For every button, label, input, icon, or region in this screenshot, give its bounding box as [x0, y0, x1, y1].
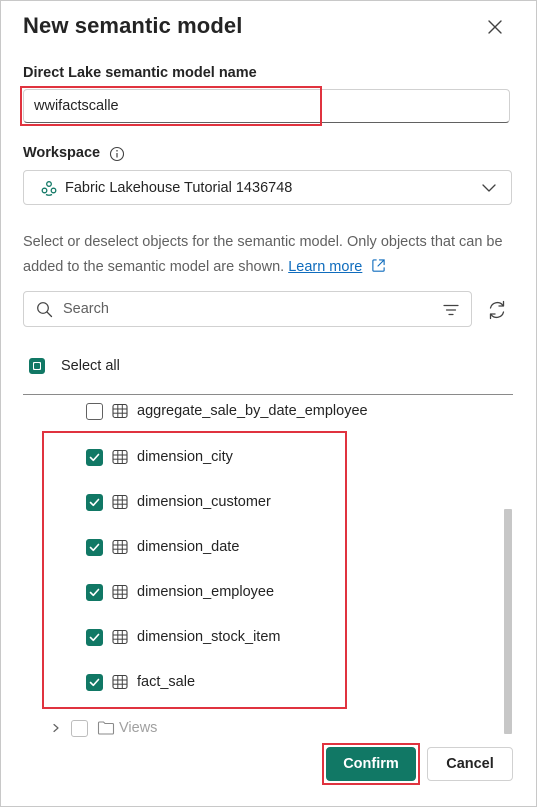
table-icon	[112, 584, 128, 600]
scrollbar-thumb[interactable]	[504, 509, 512, 734]
cancel-button[interactable]: Cancel	[427, 747, 513, 781]
table-icon	[112, 539, 128, 555]
table-name: dimension_employee	[137, 584, 275, 600]
workspace-icon	[41, 180, 57, 196]
search-icon	[37, 301, 53, 317]
select-all-checkbox[interactable]: Select all	[29, 358, 120, 374]
table-name: dimension_city	[137, 449, 233, 465]
indeterminate-mark	[33, 362, 41, 370]
checkmark-icon	[89, 678, 100, 686]
refresh-icon[interactable]	[486, 299, 508, 321]
close-button[interactable]	[481, 13, 509, 41]
row-checkbox-unchecked[interactable]	[86, 402, 103, 420]
row-checkbox-checked[interactable]	[86, 628, 103, 646]
checkmark-icon	[89, 498, 100, 506]
table-name: dimension_customer	[137, 494, 271, 510]
row-checkbox-checked[interactable]	[86, 583, 103, 601]
model-name-label: Direct Lake semantic model name	[23, 65, 257, 81]
table-icon	[112, 674, 128, 690]
workspace-dropdown[interactable]: Fabric Lakehouse Tutorial 1436748	[23, 170, 512, 205]
table-icon	[112, 494, 128, 510]
checkmark-icon	[89, 633, 100, 641]
table-row[interactable]: dimension_employee	[86, 582, 274, 602]
highlight-selected-tables	[42, 431, 347, 709]
dialog-title: New semantic model	[23, 13, 243, 38]
external-link-icon[interactable]	[371, 258, 386, 273]
row-checkbox-checked[interactable]	[86, 448, 103, 466]
model-name-input[interactable]	[23, 89, 510, 123]
workspace-selected-value: Fabric Lakehouse Tutorial 1436748	[65, 179, 293, 196]
description-text: Select or deselect objects for the seman…	[23, 230, 503, 280]
checkmark-icon	[89, 453, 100, 461]
row-checkbox-checked[interactable]	[86, 673, 103, 691]
learn-more-link[interactable]: Learn more	[288, 259, 362, 275]
table-icon	[112, 629, 128, 645]
folder-icon	[97, 721, 115, 735]
select-all-box[interactable]	[29, 358, 45, 374]
row-checkbox-checked[interactable]	[86, 493, 103, 511]
table-name: dimension_date	[137, 539, 240, 555]
divider	[23, 394, 513, 395]
table-row[interactable]: dimension_city	[86, 447, 233, 467]
checkmark-icon	[89, 588, 100, 596]
table-row[interactable]: fact_sale	[86, 672, 195, 692]
description-body: Select or deselect objects for the seman…	[23, 234, 503, 275]
table-name: aggregate_sale_by_date_employee	[137, 403, 368, 419]
chevron-right-icon[interactable]	[51, 723, 61, 733]
info-icon[interactable]	[109, 146, 125, 162]
row-checkbox-checked[interactable]	[86, 538, 103, 556]
confirm-button[interactable]: Confirm	[326, 747, 416, 781]
table-name: dimension_stock_item	[137, 629, 281, 645]
table-row[interactable]: dimension_date	[86, 537, 239, 557]
table-icon	[112, 449, 128, 465]
select-all-label: Select all	[61, 358, 120, 374]
search-input[interactable]	[61, 300, 425, 318]
views-checkbox[interactable]	[71, 719, 88, 737]
table-row[interactable]: dimension_customer	[86, 492, 271, 512]
table-row[interactable]: aggregate_sale_by_date_employee	[86, 401, 368, 421]
new-semantic-model-dialog: New semantic model Direct Lake semantic …	[0, 0, 537, 807]
close-icon	[488, 20, 502, 34]
chevron-down-icon	[482, 184, 496, 192]
search-box[interactable]	[23, 291, 472, 327]
checkmark-icon	[89, 543, 100, 551]
views-label: Views	[119, 720, 158, 736]
workspace-label: Workspace	[23, 145, 101, 161]
filter-icon[interactable]	[443, 302, 459, 318]
table-icon	[112, 403, 128, 419]
table-name: fact_sale	[137, 674, 196, 690]
table-row[interactable]: dimension_stock_item	[86, 627, 280, 647]
views-group-row[interactable]: Views	[51, 718, 157, 738]
